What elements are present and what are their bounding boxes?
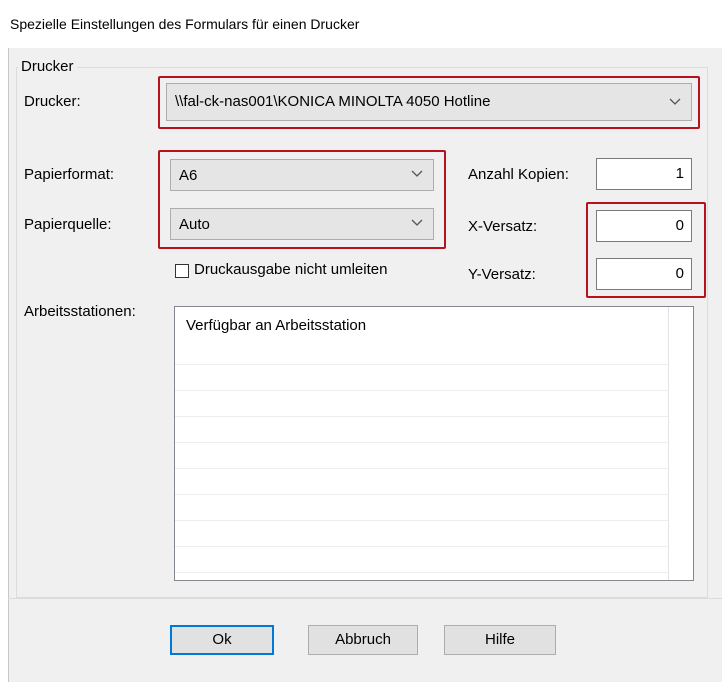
list-row-line: [175, 468, 669, 469]
column-separator: [668, 307, 669, 580]
ok-button[interactable]: Ok: [170, 625, 274, 655]
paper-format-label: Papierformat:: [24, 166, 115, 183]
list-row-line: [175, 390, 669, 391]
list-row-line: [175, 442, 669, 443]
title-bar: Spezielle Einstellungen des Formulars fü…: [0, 0, 722, 48]
footer-separator: [8, 598, 722, 599]
help-button[interactable]: Hilfe: [444, 625, 556, 655]
list-row-line: [175, 572, 669, 573]
offset-highlight-box: [586, 202, 706, 298]
list-row-line: [175, 364, 669, 365]
dialog-title: Spezielle Einstellungen des Formulars fü…: [10, 16, 360, 32]
y-offset-label: Y-Versatz:: [468, 266, 536, 283]
printer-highlight-box: [158, 76, 700, 129]
copies-input[interactable]: 1: [596, 158, 692, 190]
workstations-listbox[interactable]: Verfügbar an Arbeitsstation: [174, 306, 694, 581]
x-offset-label: X-Versatz:: [468, 218, 538, 235]
printer-label: Drucker:: [24, 93, 81, 110]
list-row-line: [175, 520, 669, 521]
list-row-line: [175, 546, 669, 547]
printer-group-legend: Drucker: [18, 58, 77, 75]
workstations-column-header: Verfügbar an Arbeitsstation: [186, 317, 367, 334]
list-row-line: [175, 416, 669, 417]
workstations-label: Arbeitsstationen:: [24, 303, 136, 320]
copies-label: Anzahl Kopien:: [468, 166, 569, 183]
cancel-button[interactable]: Abbruch: [308, 625, 418, 655]
list-row-line: [175, 494, 669, 495]
redirect-checkbox[interactable]: [175, 264, 189, 278]
redirect-checkbox-label[interactable]: Druckausgabe nicht umleiten: [194, 261, 387, 278]
paper-source-label: Papierquelle:: [24, 216, 112, 233]
paper-settings-highlight-box: [158, 150, 446, 249]
